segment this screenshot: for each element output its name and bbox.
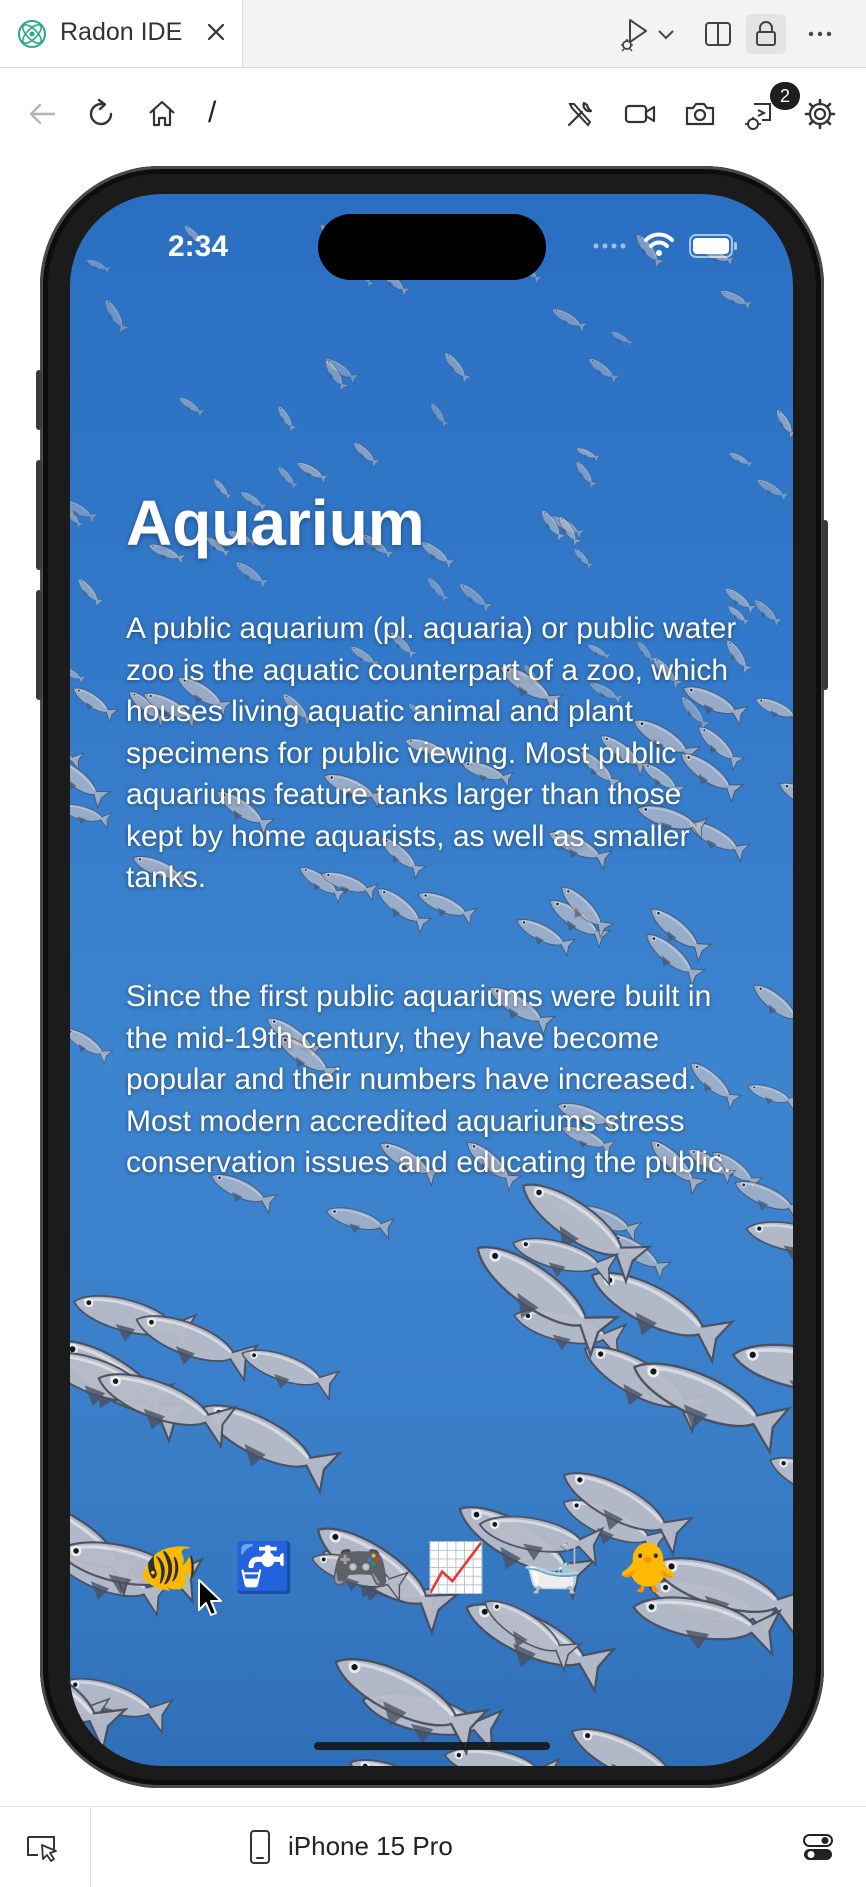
volume-up-button (36, 460, 42, 570)
lock-icon[interactable] (746, 14, 786, 54)
run-debug-icon[interactable] (618, 14, 658, 54)
faucet-emoji-button[interactable]: 🚰 (224, 1528, 304, 1608)
cellular-signal-icon (594, 244, 626, 249)
mouse-cursor-icon (196, 1578, 226, 1620)
bottom-bar: iPhone 15 Pro (0, 1806, 866, 1887)
more-icon[interactable] (800, 14, 840, 54)
back-arrow-icon[interactable] (22, 94, 62, 134)
toggles-icon[interactable] (800, 1829, 836, 1865)
reload-icon[interactable] (82, 94, 122, 134)
wifi-icon (646, 234, 672, 256)
status-icons (590, 228, 750, 264)
tab-radon-ide[interactable]: Radon IDE (0, 0, 243, 67)
paragraph-history: Since the first public aquariums were bu… (126, 976, 738, 1184)
device-screen[interactable]: 2:34 Aquarium A public aquarium (pl. aqu… (70, 194, 793, 1766)
split-editor-icon[interactable] (698, 14, 738, 54)
debug-badge: 2 (770, 82, 800, 110)
tools-icon[interactable] (560, 94, 600, 134)
phone-icon (248, 1829, 272, 1865)
home-icon[interactable] (142, 94, 182, 134)
tab-title: Radon IDE (60, 18, 182, 47)
device-name: iPhone 15 Pro (288, 1831, 453, 1862)
close-icon[interactable] (200, 16, 232, 48)
url-path[interactable]: / (208, 96, 216, 130)
bathtub-emoji-button[interactable]: 🛁 (512, 1528, 592, 1608)
camera-icon[interactable] (680, 94, 720, 134)
record-video-icon[interactable] (620, 94, 660, 134)
gear-icon[interactable] (800, 94, 840, 134)
divider (90, 1807, 91, 1887)
page-title: Aquarium (126, 486, 425, 560)
paragraph-intro: A public aquarium (pl. aquaria) or publi… (126, 608, 738, 899)
battery-icon (690, 235, 737, 257)
inspect-icon[interactable] (24, 1829, 60, 1865)
chick-emoji-button[interactable]: 🐥 (608, 1528, 688, 1608)
chart-increasing-emoji-button[interactable]: 📈 (416, 1528, 496, 1608)
emoji-toolbar: 🐠 🚰 🎮 📈 🛁 🐥 (70, 1528, 793, 1618)
action-button (36, 370, 42, 430)
game-controller-emoji-button[interactable]: 🎮 (320, 1528, 400, 1608)
status-time: 2:34 (168, 230, 228, 264)
side-button (822, 520, 828, 690)
volume-down-button (36, 590, 42, 700)
dynamic-island (318, 214, 546, 280)
editor-tab-bar: Radon IDE (0, 0, 866, 68)
chevron-down-icon[interactable] (654, 14, 678, 54)
home-indicator[interactable] (314, 1742, 550, 1750)
radon-logo-icon (16, 18, 48, 50)
preview-toolbar: / 2 (0, 68, 866, 162)
